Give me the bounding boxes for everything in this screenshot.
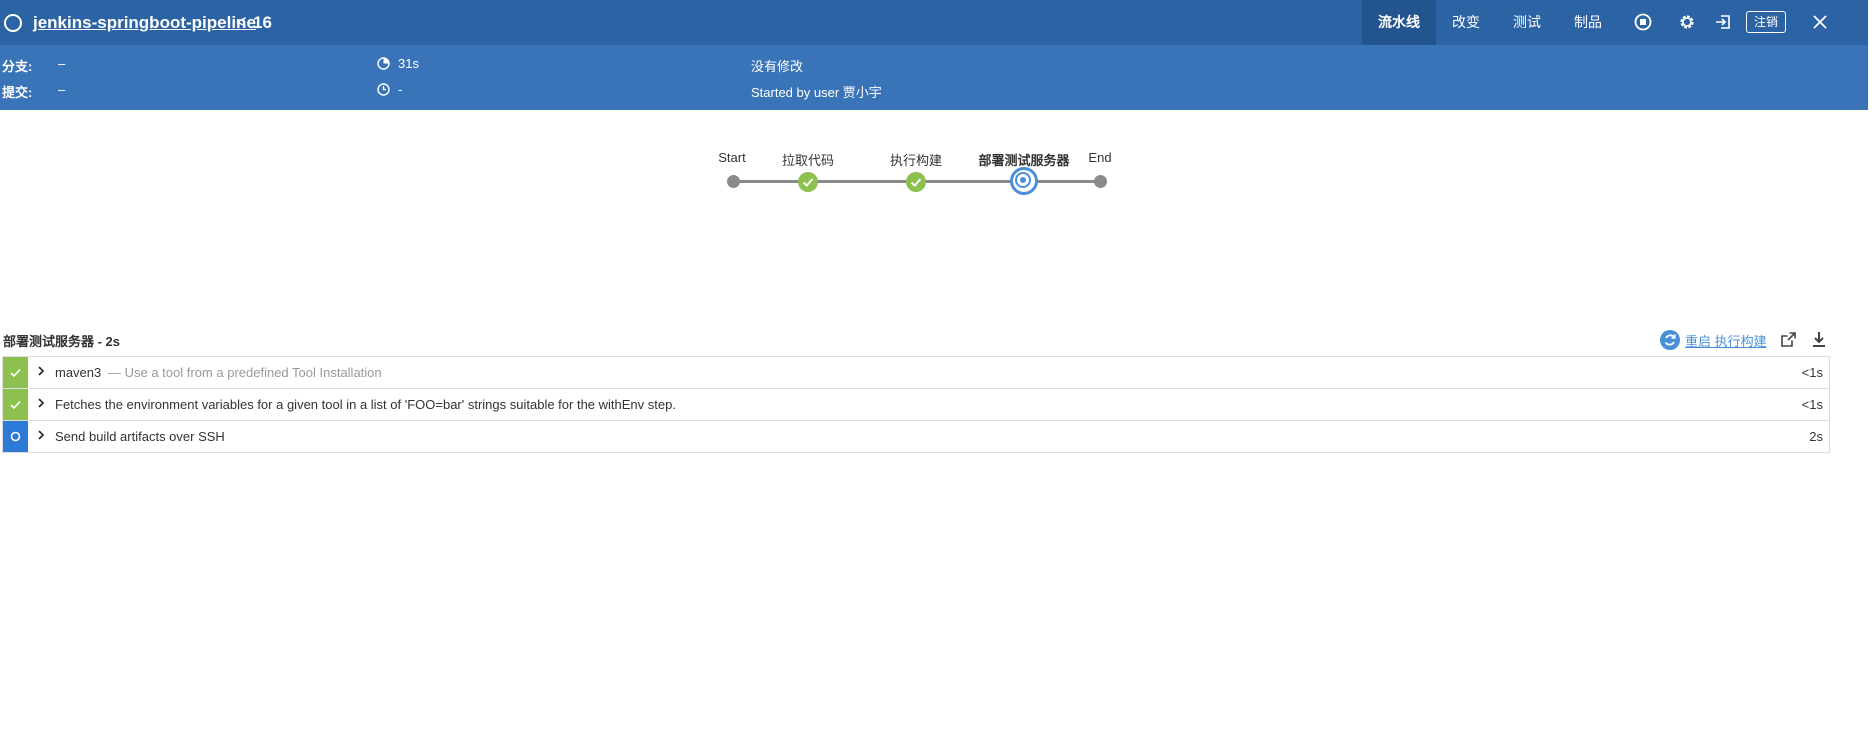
commit-label: 提交: — [2, 85, 33, 100]
download-icon[interactable] — [1811, 331, 1827, 353]
step-running-icon — [3, 421, 28, 452]
tab-changes[interactable]: 改变 — [1436, 0, 1496, 45]
step-duration: <1s — [1801, 365, 1823, 380]
step-description: — Use a tool from a predefined Tool Inst… — [108, 365, 382, 380]
tab-tests[interactable]: 测试 — [1497, 0, 1557, 45]
started-by-text: Started by user 贾小宇 — [751, 85, 882, 100]
chevron-right-icon[interactable] — [36, 428, 46, 445]
step-success-icon — [3, 357, 28, 388]
tab-pipeline[interactable]: 流水线 — [1362, 0, 1436, 45]
stage-deploy-running-icon[interactable] — [1010, 167, 1038, 195]
stage-label-end: End — [1088, 150, 1112, 165]
step-list: maven3 — Use a tool from a predefined To… — [2, 356, 1830, 453]
step-success-icon — [3, 389, 28, 420]
step-duration: <1s — [1801, 397, 1823, 412]
restart-stage-button[interactable]: 重启 执行构建 — [1660, 330, 1767, 350]
clock-icon — [377, 83, 390, 99]
branch-label: 分支: — [2, 59, 33, 74]
end-node — [1094, 175, 1107, 188]
stage-label-fetch-code[interactable]: 拉取代码 — [748, 150, 868, 169]
tab-artifacts[interactable]: 制品 — [1558, 0, 1618, 45]
step-title[interactable]: Fetches the environment variables for a … — [55, 397, 676, 412]
commit-value: – — [58, 82, 66, 97]
duration-icon — [377, 57, 390, 73]
stage-build-success-icon[interactable] — [906, 172, 926, 192]
stage-fetch-success-icon[interactable] — [798, 172, 818, 192]
run-info-bar: 分支: – 提交: – 31s - 没有修改 Started by user 贾… — [0, 45, 1868, 110]
changes-text: 没有修改 — [751, 59, 804, 74]
chevron-left-icon[interactable]: < — [236, 12, 247, 33]
stage-detail-title: 部署测试服务器 - 2s — [3, 334, 121, 349]
top-bar: jenkins-springboot-pipeline < 16 流水线 改变 … — [0, 0, 1868, 45]
open-external-icon[interactable] — [1780, 331, 1797, 353]
start-node — [727, 175, 740, 188]
pipeline-name-link[interactable]: jenkins-springboot-pipeline — [33, 13, 256, 33]
step-title[interactable]: maven3 — [55, 365, 101, 380]
gear-icon[interactable] — [1678, 13, 1696, 36]
status-ring-icon — [4, 14, 22, 32]
step-title[interactable]: Send build artifacts over SSH — [55, 429, 225, 444]
step-row[interactable]: Send build artifacts over SSH 2s — [2, 420, 1830, 453]
logout-button[interactable]: 注销 — [1746, 11, 1786, 33]
branch-value: – — [58, 56, 66, 71]
step-duration: 2s — [1809, 429, 1823, 444]
restart-icon[interactable] — [1660, 330, 1680, 350]
exit-icon[interactable] — [1714, 13, 1732, 36]
close-icon[interactable] — [1812, 14, 1828, 35]
chevron-right-icon[interactable] — [36, 364, 46, 381]
time-value: - — [398, 82, 403, 97]
run-number: 16 — [253, 13, 272, 32]
stage-label-build[interactable]: 执行构建 — [856, 150, 976, 169]
chevron-right-icon[interactable] — [36, 396, 46, 413]
step-row[interactable]: Fetches the environment variables for a … — [2, 388, 1830, 420]
restart-label[interactable]: 重启 执行构建 — [1685, 331, 1767, 350]
stop-icon[interactable] — [1634, 13, 1652, 36]
duration-value: 31s — [398, 56, 419, 71]
step-row[interactable]: maven3 — Use a tool from a predefined To… — [2, 356, 1830, 388]
